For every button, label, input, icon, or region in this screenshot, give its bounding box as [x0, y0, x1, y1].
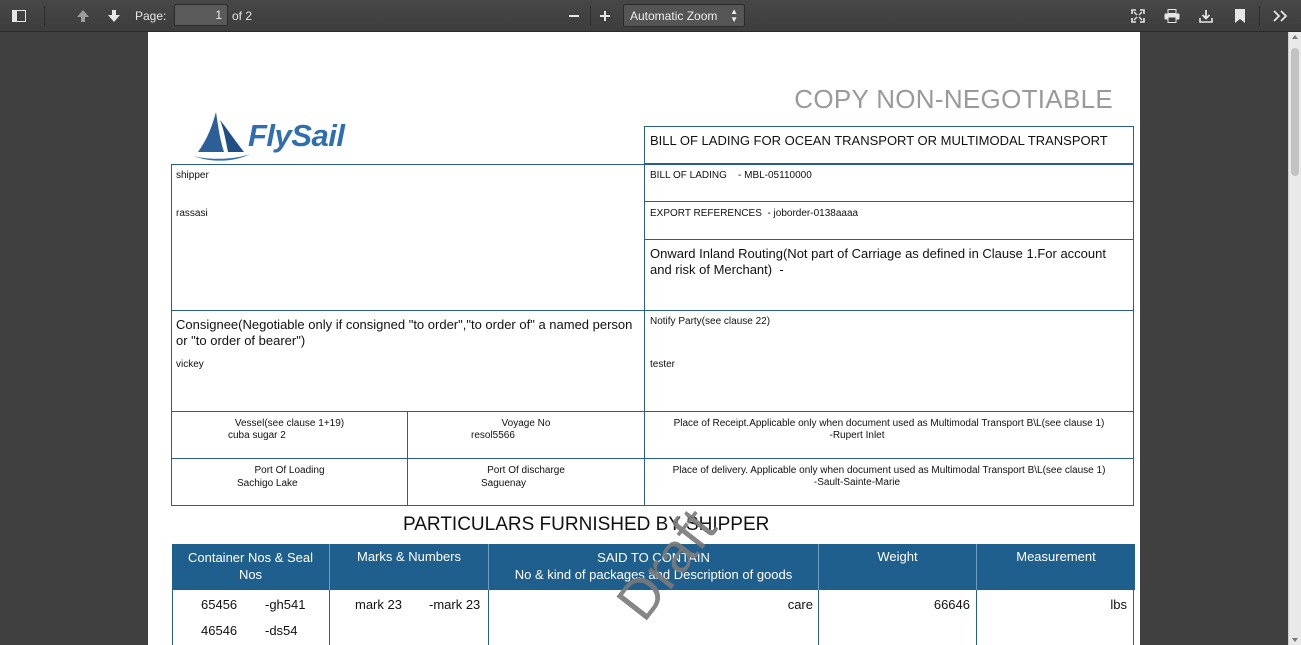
bol-number-value: - MBL-05110000	[738, 170, 812, 181]
zoom-select[interactable]: Automatic Zoom ▲ ▼	[623, 4, 745, 27]
toolbar-separator	[1259, 6, 1260, 26]
tools-icon[interactable]	[1270, 4, 1292, 28]
column-header-measurement: Measurement	[977, 544, 1135, 590]
vertical-scrollbar[interactable]	[1288, 32, 1301, 645]
document-viewer[interactable]: COPY NON-NEGOTIABLE FlySail BILL OF LADI…	[0, 32, 1301, 645]
export-references-box: EXPORT REFERENCES - joborder-0138aaaa	[644, 201, 1134, 240]
consignee-value: vickey	[176, 359, 204, 370]
page-number-input[interactable]	[174, 4, 228, 26]
measurement-value: lbs	[1110, 597, 1127, 612]
shipper-box: shipper rassasi	[171, 164, 645, 311]
pdf-toolbar: Page: of 2 Automatic Zoom ▲▼	[0, 0, 1301, 32]
notify-party-value: tester	[650, 359, 676, 370]
previous-page-icon[interactable]	[72, 4, 94, 28]
container-no-1: 65456	[201, 597, 238, 612]
cell-measurement: lbs	[976, 590, 1134, 645]
toolbar-separator	[590, 6, 591, 26]
seal-no-2: -ds54	[265, 623, 298, 638]
routing-label: Onward Inland Routing(Not part of Carria…	[650, 246, 1106, 277]
routing-box: Onward Inland Routing(Not part of Carria…	[644, 239, 1134, 311]
routing-value: -	[779, 262, 784, 277]
mark-1: mark 23	[355, 597, 402, 612]
port-of-loading-label: Port Of Loading	[254, 465, 325, 476]
port-of-discharge-box: Port Of discharge Saguenay	[407, 458, 645, 506]
voyage-box: Voyage No resol5566	[407, 411, 645, 459]
notify-party-label: Notify Party(see clause 22)	[650, 316, 771, 327]
logo-wordmark: FlySail	[248, 118, 345, 153]
toolbar-separator	[44, 6, 45, 26]
cell-weight: 66646	[818, 590, 977, 645]
zoom-out-icon[interactable]	[565, 4, 583, 28]
place-of-delivery-label: Place of delivery. Applicable only when …	[672, 465, 1106, 476]
export-references-value: - joborder-0138aaaa	[767, 208, 859, 219]
vessel-value: cuba sugar 2	[228, 430, 286, 441]
copy-non-negotiable-heading: COPY NON-NEGOTIABLE	[794, 84, 1113, 114]
description-value: care	[787, 597, 813, 612]
weight-value: 66646	[933, 597, 970, 612]
sailboat-icon	[194, 112, 250, 161]
presentation-mode-icon[interactable]	[1128, 4, 1148, 28]
column-header-weight: Weight	[819, 544, 977, 590]
shipper-label: shipper	[176, 170, 209, 181]
place-of-receipt-value: -Rupert Inlet	[829, 430, 885, 441]
bol-number-box: BILL OF LADING - MBL-05110000	[644, 164, 1134, 202]
zoom-select-value: Automatic Zoom	[630, 8, 718, 23]
port-of-loading-value: Sachigo Lake	[237, 478, 298, 489]
page-label: Page:	[135, 9, 167, 23]
bol-title: BILL OF LADING FOR OCEAN TRANSPORT OR MU…	[650, 133, 1108, 148]
vessel-box: Vessel(see clause 1+19) cuba sugar 2	[171, 411, 408, 459]
bookmark-icon[interactable]	[1230, 4, 1250, 28]
place-of-delivery-value: -Sault-Sainte-Marie	[813, 477, 901, 488]
export-references-label: EXPORT REFERENCES	[650, 208, 762, 219]
scrollbar-thumb[interactable]	[1291, 48, 1299, 176]
column-header-marks: Marks & Numbers	[330, 544, 489, 590]
port-of-loading-box: Port Of Loading Sachigo Lake	[171, 458, 408, 506]
zoom-in-icon[interactable]	[596, 4, 614, 28]
container-no-2: 46546	[201, 623, 238, 638]
chevron-updown-icon: ▲ ▼	[730, 7, 738, 24]
pdf-page: COPY NON-NEGOTIABLE FlySail BILL OF LADI…	[148, 32, 1140, 645]
cell-container-nos: 65456 -gh541 46546 -ds54	[172, 590, 330, 645]
shipper-value: rassasi	[176, 208, 208, 219]
voyage-value: resol5566	[471, 430, 515, 441]
place-of-receipt-box: Place of Receipt.Applicable only when do…	[644, 411, 1134, 459]
place-of-delivery-box: Place of delivery. Applicable only when …	[644, 458, 1134, 506]
port-of-discharge-label: Port Of discharge	[487, 465, 565, 476]
consignee-label: Consignee(Negotiable only if consigned "…	[176, 317, 633, 348]
bol-title-box: BILL OF LADING FOR OCEAN TRANSPORT OR MU…	[644, 126, 1134, 164]
place-of-receipt-label: Place of Receipt.Applicable only when do…	[673, 418, 1105, 429]
cell-marks: mark 23 -mark 23	[329, 590, 489, 645]
consignee-box: Consignee(Negotiable only if consigned "…	[171, 310, 645, 412]
sidebar-toggle-icon[interactable]	[8, 4, 30, 28]
print-icon[interactable]	[1162, 4, 1182, 28]
bol-number-label: BILL OF LADING	[650, 170, 727, 181]
flysail-logo: FlySail	[194, 110, 345, 162]
voyage-label: Voyage No	[501, 418, 551, 429]
download-icon[interactable]	[1196, 4, 1216, 28]
vessel-label: Vessel(see clause 1+19)	[234, 418, 345, 429]
scroll-down-icon[interactable]	[1292, 638, 1298, 642]
scroll-up-icon[interactable]	[1292, 35, 1298, 39]
page-count: of 2	[232, 9, 253, 23]
next-page-icon[interactable]	[103, 4, 125, 28]
port-of-discharge-value: Saguenay	[481, 478, 527, 489]
notify-party-box: Notify Party(see clause 22) tester	[644, 310, 1134, 412]
column-header-container: Container Nos & Seal Nos	[172, 544, 330, 590]
seal-no-1: -gh541	[265, 597, 306, 612]
mark-2: -mark 23	[429, 597, 481, 612]
